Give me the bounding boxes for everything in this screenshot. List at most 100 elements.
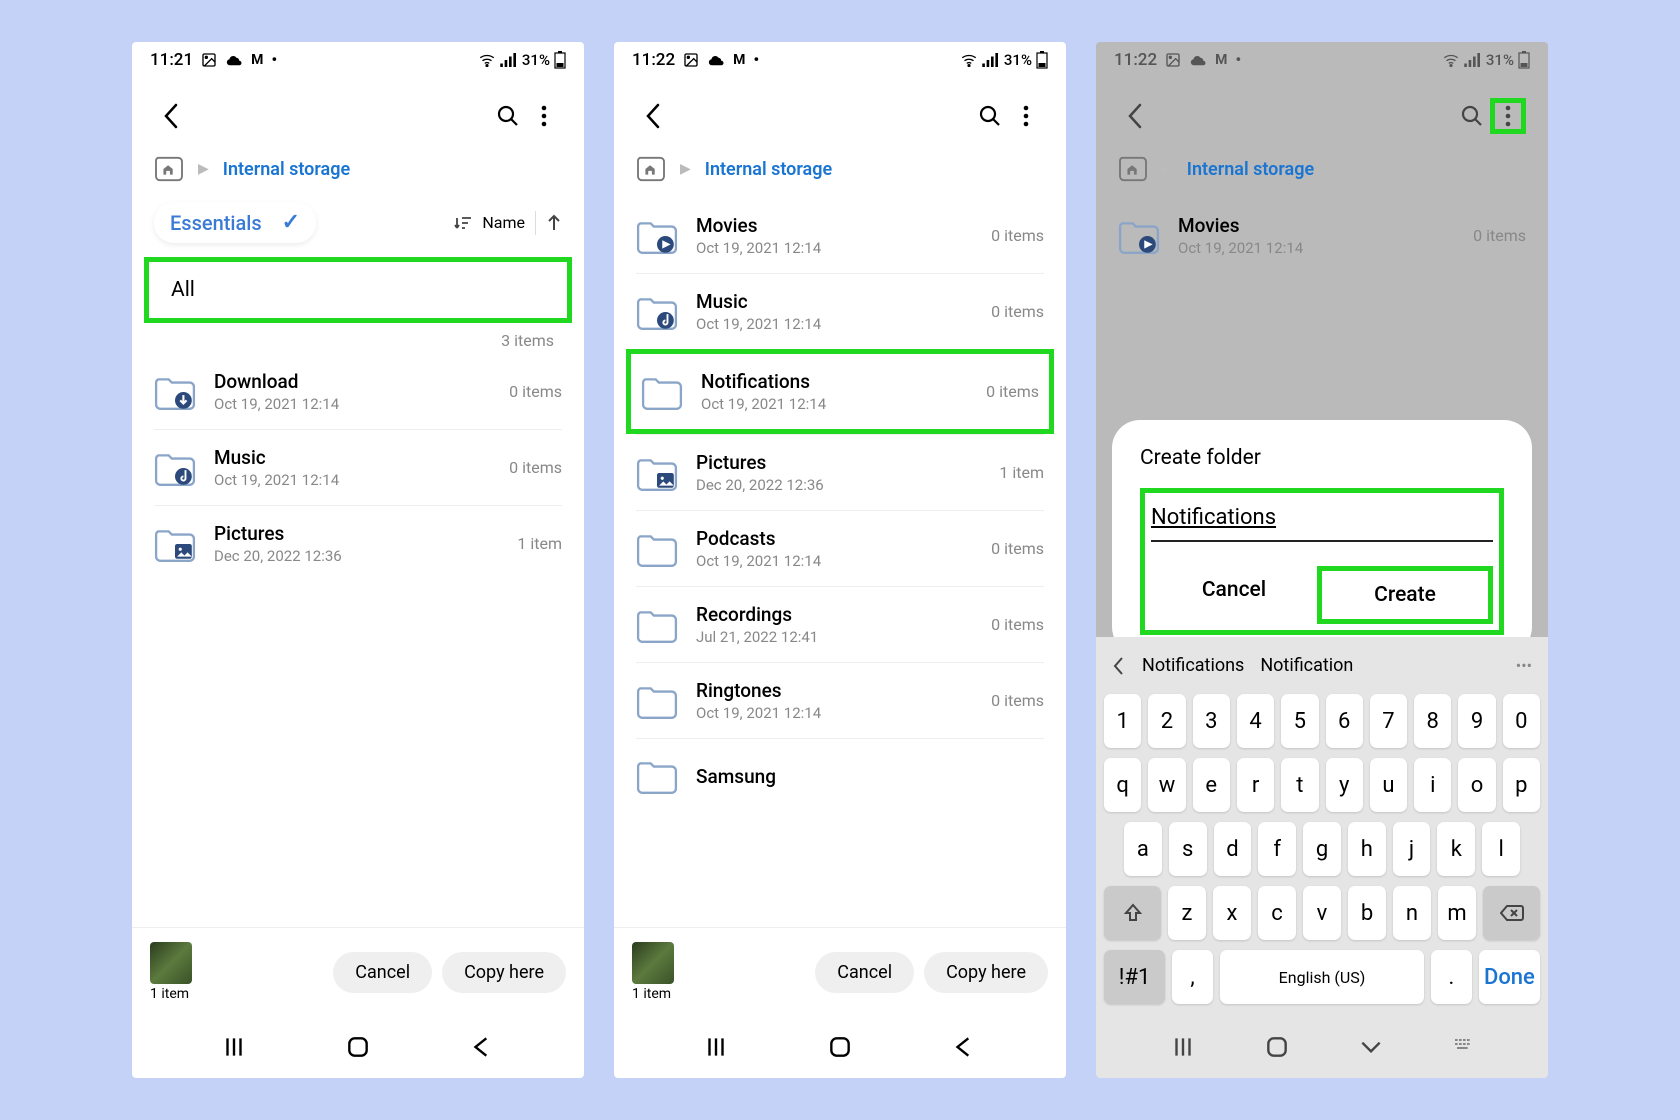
cancel-button[interactable]: Cancel (815, 952, 914, 993)
key-j[interactable]: j (1393, 822, 1431, 876)
key-q[interactable]: q (1104, 758, 1141, 812)
back-button[interactable] (154, 98, 190, 134)
back-nav-button[interactable] (469, 1034, 495, 1060)
breadcrumb-link[interactable]: Internal storage (223, 159, 350, 180)
folder-row[interactable]: Samsung (636, 738, 1044, 813)
space-key[interactable]: English (US) (1220, 950, 1424, 1004)
recents-button[interactable] (221, 1034, 247, 1060)
folder-row[interactable]: MusicOct 19, 2021 12:140 items (636, 273, 1044, 349)
key-8[interactable]: 8 (1414, 694, 1451, 748)
sort-label[interactable]: Name (482, 213, 525, 232)
home-button[interactable] (345, 1034, 371, 1060)
folder-row[interactable]: MoviesOct 19, 2021 12:140 items (636, 198, 1044, 273)
key-f[interactable]: f (1258, 822, 1296, 876)
sort-icon[interactable] (454, 215, 472, 231)
key-m[interactable]: m (1438, 886, 1476, 940)
key-6[interactable]: 6 (1326, 694, 1363, 748)
folder-row[interactable]: PicturesDec 20, 2022 12:361 item (154, 505, 562, 581)
folder-row[interactable]: MoviesOct 19, 2021 12:140 items (1118, 198, 1526, 273)
key-y[interactable]: y (1326, 758, 1363, 812)
folder-row[interactable]: NotificationsOct 19, 2021 12:140 items (626, 349, 1054, 434)
copy-here-button[interactable]: Copy here (442, 952, 566, 993)
folder-row[interactable]: MusicOct 19, 2021 12:140 items (154, 429, 562, 505)
search-button[interactable] (490, 98, 526, 134)
phone-screen-3: 11:22 M • 31% ▶ Internal storage MoviesO… (1096, 42, 1548, 1078)
key-v[interactable]: v (1303, 886, 1341, 940)
back-button[interactable] (636, 98, 672, 134)
folder-row[interactable]: RecordingsJul 21, 2022 12:410 items (636, 586, 1044, 662)
key-s[interactable]: s (1169, 822, 1207, 876)
home-icon[interactable] (636, 156, 666, 182)
back-nav-button[interactable] (951, 1034, 977, 1060)
filter-all-option[interactable]: All (144, 257, 572, 323)
key-p[interactable]: p (1503, 758, 1540, 812)
folder-row[interactable]: PicturesDec 20, 2022 12:361 item (636, 434, 1044, 510)
key-g[interactable]: g (1303, 822, 1341, 876)
key-5[interactable]: 5 (1281, 694, 1318, 748)
home-icon[interactable] (1118, 156, 1148, 182)
filter-chip[interactable]: Essentials ✓ (154, 202, 316, 243)
key-4[interactable]: 4 (1237, 694, 1274, 748)
dialog-cancel-button[interactable]: Cancel (1151, 566, 1317, 624)
breadcrumb-link[interactable]: Internal storage (705, 159, 832, 180)
home-icon[interactable] (154, 156, 184, 182)
key-o[interactable]: o (1458, 758, 1495, 812)
key-7[interactable]: 7 (1370, 694, 1407, 748)
folder-name: Ringtones (696, 679, 973, 702)
key-3[interactable]: 3 (1193, 694, 1230, 748)
symbols-key[interactable]: !#1 (1104, 950, 1165, 1004)
done-key[interactable]: Done (1479, 950, 1540, 1004)
chevron-left-icon[interactable] (1112, 656, 1126, 676)
more-suggestions-icon[interactable]: ••• (1516, 656, 1532, 675)
key-e[interactable]: e (1193, 758, 1230, 812)
key-b[interactable]: b (1348, 886, 1386, 940)
key-l[interactable]: l (1482, 822, 1520, 876)
key-a[interactable]: a (1124, 822, 1162, 876)
cancel-button[interactable]: Cancel (333, 952, 432, 993)
key-c[interactable]: c (1258, 886, 1296, 940)
breadcrumb-link[interactable]: Internal storage (1187, 159, 1314, 180)
key-w[interactable]: w (1148, 758, 1185, 812)
recents-button[interactable] (1170, 1034, 1196, 1060)
keyboard-grid-icon[interactable] (1452, 1039, 1474, 1055)
copy-here-button[interactable]: Copy here (924, 952, 1048, 993)
key-k[interactable]: k (1437, 822, 1475, 876)
dialog-create-button[interactable]: Create (1317, 566, 1493, 624)
folder-row[interactable]: PodcastsOct 19, 2021 12:140 items (636, 510, 1044, 586)
period-key[interactable]: . (1431, 950, 1472, 1004)
key-z[interactable]: z (1168, 886, 1206, 940)
clipboard-thumb[interactable]: 1 item (150, 942, 192, 1002)
folder-row[interactable]: DownloadOct 19, 2021 12:140 items (154, 354, 562, 429)
search-button[interactable] (1454, 98, 1490, 134)
key-n[interactable]: n (1393, 886, 1431, 940)
folder-row[interactable]: RingtonesOct 19, 2021 12:140 items (636, 662, 1044, 738)
key-r[interactable]: r (1237, 758, 1274, 812)
more-button[interactable] (1490, 98, 1526, 134)
key-0[interactable]: 0 (1503, 694, 1540, 748)
backspace-key[interactable] (1483, 886, 1540, 940)
clipboard-thumb[interactable]: 1 item (632, 942, 674, 1002)
shift-key[interactable] (1104, 886, 1161, 940)
key-t[interactable]: t (1281, 758, 1318, 812)
key-h[interactable]: h (1348, 822, 1386, 876)
key-1[interactable]: 1 (1104, 694, 1141, 748)
key-u[interactable]: u (1370, 758, 1407, 812)
keyboard-down-button[interactable] (1358, 1034, 1384, 1060)
folder-name-input[interactable] (1151, 499, 1493, 542)
back-button[interactable] (1118, 98, 1154, 134)
key-d[interactable]: d (1214, 822, 1252, 876)
key-i[interactable]: i (1414, 758, 1451, 812)
comma-key[interactable]: , (1172, 950, 1213, 1004)
more-button[interactable] (1008, 98, 1044, 134)
home-button[interactable] (827, 1034, 853, 1060)
key-x[interactable]: x (1213, 886, 1251, 940)
suggestion-2[interactable]: Notification (1260, 655, 1353, 676)
more-button[interactable] (526, 98, 562, 134)
arrow-up-icon[interactable] (546, 214, 562, 232)
recents-button[interactable] (703, 1034, 729, 1060)
key-9[interactable]: 9 (1458, 694, 1495, 748)
home-button[interactable] (1264, 1034, 1290, 1060)
key-2[interactable]: 2 (1148, 694, 1185, 748)
suggestion-1[interactable]: Notifications (1142, 655, 1244, 676)
search-button[interactable] (972, 98, 1008, 134)
